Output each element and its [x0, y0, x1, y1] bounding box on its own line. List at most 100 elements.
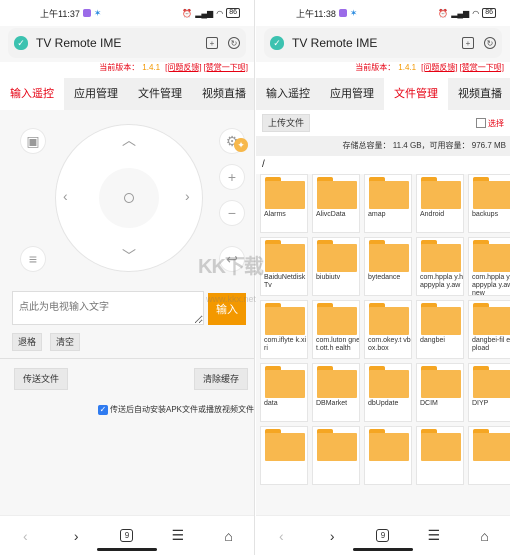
- file-item[interactable]: biubiutv: [312, 237, 360, 296]
- file-item[interactable]: dangbei-fil eupload: [468, 300, 510, 359]
- file-name: backups: [472, 211, 499, 218]
- file-item[interactable]: backups: [468, 174, 510, 233]
- donate-link[interactable]: [赞赏一下呗]: [204, 63, 248, 72]
- tab-app-manage[interactable]: 应用管理: [64, 78, 128, 110]
- file-grid: Alarms AlivcData amap Android backups BaiduNe…: [256, 174, 510, 485]
- file-item[interactable]: com.hppla y.happypla y.aw: [416, 237, 464, 296]
- file-item[interactable]: com.okey.t vbox.box: [364, 300, 412, 359]
- file-item[interactable]: DBMarket: [312, 363, 360, 422]
- volume-down-icon[interactable]: −: [219, 200, 245, 226]
- file-item[interactable]: [468, 426, 510, 485]
- menu-icon[interactable]: ≡: [20, 246, 46, 272]
- dpad-up-icon[interactable]: ︿: [122, 130, 136, 150]
- nav-menu-icon[interactable]: ☰: [166, 527, 190, 544]
- file-item[interactable]: [260, 426, 308, 485]
- file-item[interactable]: [312, 426, 360, 485]
- page-title: TV Remote IME: [36, 36, 122, 50]
- folder-icon: [265, 240, 305, 272]
- url-bar[interactable]: ✓ TV Remote IME + ↻: [8, 28, 246, 58]
- tab-file-manage[interactable]: 文件管理: [384, 78, 448, 110]
- dpad-ok-button[interactable]: [99, 168, 159, 228]
- url-bar[interactable]: ✓ TV Remote IME + ↻: [264, 28, 502, 58]
- feedback-link[interactable]: [问题反馈]: [421, 63, 457, 72]
- nav-home-icon[interactable]: ⌂: [473, 528, 497, 544]
- nav-forward-icon[interactable]: ›: [320, 528, 344, 544]
- file-name: Alarms: [264, 211, 286, 218]
- tv-icon[interactable]: ▣: [20, 128, 46, 154]
- file-item[interactable]: AlivcData: [312, 174, 360, 233]
- tv-text-input[interactable]: [12, 291, 204, 325]
- file-name: biubiutv: [316, 274, 341, 281]
- phone-right: 上午11:38 ✶ ⏰ ▂▄▆ ◠ 86 ✓ TV Remote IME + ↻ 当前版…: [256, 0, 510, 555]
- nav-forward-icon[interactable]: ›: [64, 528, 88, 544]
- clear-button[interactable]: 清空: [50, 333, 81, 351]
- app-notification-icon: [82, 9, 91, 17]
- file-item[interactable]: dangbei: [416, 300, 464, 359]
- refresh-icon[interactable]: ↻: [228, 37, 240, 49]
- storage-info: 存储总容量： 11.4 GB，可用容量： 976.7 MB: [256, 136, 510, 156]
- file-item[interactable]: dbUpdate: [364, 363, 412, 422]
- bookmark-icon[interactable]: +: [462, 37, 474, 49]
- dpad-down-icon[interactable]: ﹀: [122, 246, 136, 266]
- backspace-button[interactable]: 退格: [12, 333, 43, 351]
- nav-menu-icon[interactable]: ☰: [422, 527, 446, 544]
- folder-icon: [473, 240, 510, 272]
- tab-file-manage[interactable]: 文件管理: [128, 78, 192, 110]
- tab-input-remote[interactable]: 输入遥控: [0, 78, 64, 110]
- file-item[interactable]: com.hppla y.happypla y.aw.new: [468, 237, 510, 296]
- ok-circle-icon: [124, 193, 134, 203]
- donate-link[interactable]: [赞赏一下呗]: [460, 63, 504, 72]
- alarm-icon: ⏰: [438, 8, 449, 18]
- file-item[interactable]: BaiduNetdiskTv: [260, 237, 308, 296]
- auto-install-option[interactable]: ✓ 传送后自动安装APK文件或播放视频文件: [98, 404, 254, 415]
- page-title: TV Remote IME: [292, 36, 378, 50]
- feedback-link[interactable]: [问题反馈]: [165, 63, 201, 72]
- folder-icon: [265, 303, 305, 335]
- file-item[interactable]: bytedance: [364, 237, 412, 296]
- file-item[interactable]: [364, 426, 412, 485]
- nav-tabs-icon[interactable]: 9: [371, 529, 395, 542]
- dpad: ︿ ﹀ ‹ ›: [55, 124, 203, 272]
- select-toggle[interactable]: 选择: [476, 118, 504, 129]
- version-label: 当前版本：: [355, 63, 396, 72]
- nav-back-icon[interactable]: ‹: [269, 528, 293, 544]
- dpad-right-icon[interactable]: ›: [185, 188, 190, 204]
- bookmark-icon[interactable]: +: [206, 37, 218, 49]
- volume-up-icon[interactable]: +: [219, 164, 245, 190]
- file-item[interactable]: com.iflyte k.xiri: [260, 300, 308, 359]
- upload-file-button[interactable]: 上传文件: [262, 114, 311, 132]
- nav-back-icon[interactable]: ‹: [13, 528, 37, 544]
- file-item[interactable]: DIYP: [468, 363, 510, 422]
- file-name: Android: [420, 211, 445, 218]
- file-item[interactable]: Android: [416, 174, 464, 233]
- battery-icon: 86: [482, 8, 496, 18]
- file-item[interactable]: com.luton gnet.ott.h ealth: [312, 300, 360, 359]
- folder-icon: [317, 240, 357, 272]
- auto-install-label: 传送后自动安装APK文件或播放视频文件: [110, 405, 255, 414]
- folder-icon: [421, 240, 461, 272]
- folder-icon: [369, 366, 409, 398]
- tab-video-live[interactable]: 视频直播: [448, 78, 510, 110]
- file-name: DBMarket: [316, 400, 348, 407]
- tab-video-live[interactable]: 视频直播: [192, 78, 254, 110]
- clear-cache-button[interactable]: 清除缓存: [193, 368, 248, 390]
- file-item[interactable]: DCIM: [416, 363, 464, 422]
- watermark: KK下载: [198, 256, 264, 278]
- folder-icon: [473, 366, 510, 398]
- nav-tabs-icon[interactable]: 9: [115, 529, 139, 542]
- file-item[interactable]: [416, 426, 464, 485]
- tab-app-manage[interactable]: 应用管理: [320, 78, 384, 110]
- file-item[interactable]: data: [260, 363, 308, 422]
- file-item[interactable]: amap: [364, 174, 412, 233]
- refresh-icon[interactable]: ↻: [484, 37, 496, 49]
- dpad-left-icon[interactable]: ‹: [63, 188, 68, 204]
- file-item[interactable]: Alarms: [260, 174, 308, 233]
- checkbox-checked-icon[interactable]: ✓: [98, 404, 108, 415]
- nav-home-icon[interactable]: ⌂: [217, 528, 241, 544]
- version-number: 1.4.1: [142, 63, 161, 72]
- folder-icon: [369, 177, 409, 209]
- transfer-file-button[interactable]: 传送文件: [14, 368, 69, 390]
- checkbox-empty-icon[interactable]: [476, 118, 486, 128]
- tab-input-remote[interactable]: 输入遥控: [256, 78, 320, 110]
- file-name: AlivcData: [316, 211, 346, 218]
